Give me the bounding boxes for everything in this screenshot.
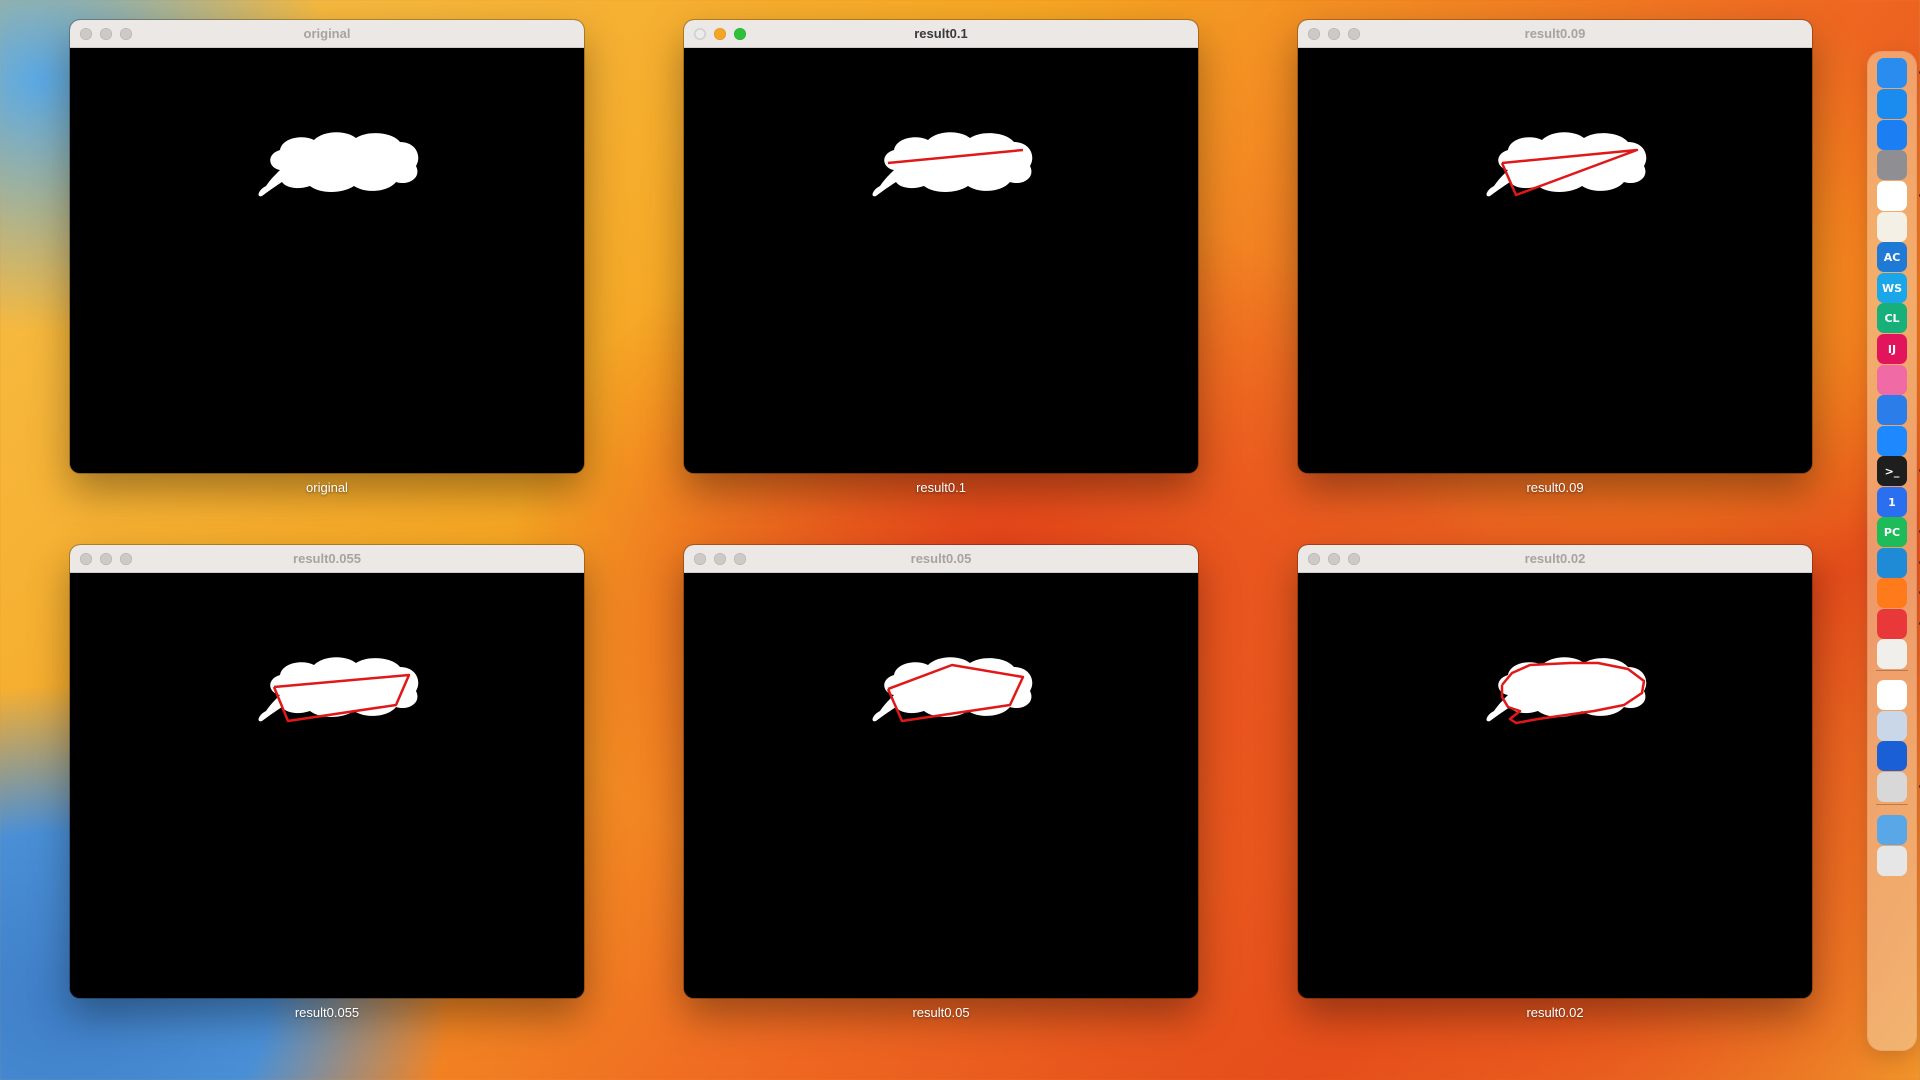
finder-icon[interactable] <box>1877 58 1920 88</box>
webstorm-glyph: WS <box>1877 273 1907 303</box>
dock-separator <box>1876 670 1908 671</box>
firefox-glyph <box>1877 578 1907 608</box>
titlebar[interactable]: result0.055 <box>70 545 584 573</box>
chrome-glyph <box>1877 181 1907 211</box>
window-title: result0.05 <box>910 551 972 566</box>
titlebar[interactable]: original <box>70 20 584 48</box>
xcode-icon[interactable] <box>1877 395 1907 425</box>
window-title: original <box>303 26 351 41</box>
safari-icon[interactable] <box>1877 89 1907 119</box>
dock-separator <box>1876 804 1908 805</box>
image-canvas <box>1298 573 1812 998</box>
image-canvas <box>684 48 1198 473</box>
window-caption: result0.1 <box>916 480 966 495</box>
downloads-folder-icon[interactable] <box>1877 815 1907 845</box>
vscode-icon[interactable] <box>1877 548 1920 578</box>
titlebar[interactable]: result0.05 <box>684 545 1198 573</box>
appcode-glyph: AC <box>1877 242 1907 272</box>
cloud-shape <box>872 132 1033 197</box>
cloud-shape <box>258 657 419 722</box>
contour-image <box>258 657 419 723</box>
contour-image <box>258 132 419 197</box>
clion-icon[interactable]: CL <box>1877 303 1907 333</box>
image-canvas <box>70 48 584 473</box>
1password-icon[interactable]: 1 <box>1877 487 1907 517</box>
webstorm-icon[interactable]: WS <box>1877 273 1907 303</box>
cloud-shape <box>1486 132 1647 197</box>
rocket-icon[interactable] <box>1877 772 1920 802</box>
window-result0-055[interactable]: result0.055 <box>70 545 584 998</box>
titlebar[interactable]: result0.02 <box>1298 545 1812 573</box>
screen-app-icon[interactable] <box>1877 365 1907 395</box>
window-caption: result0.09 <box>1526 480 1584 495</box>
baidu-netdisk-icon[interactable] <box>1877 680 1907 710</box>
notes-icon[interactable] <box>1877 212 1907 242</box>
cloud-shape <box>258 132 419 197</box>
appcode-icon[interactable]: AC <box>1877 242 1907 272</box>
finder-glyph <box>1877 58 1907 88</box>
window-title: result0.1 <box>914 26 968 41</box>
window-result0-02[interactable]: result0.02 <box>1298 545 1812 998</box>
pycharm-glyph: PC <box>1877 517 1907 547</box>
preview-glyph <box>1877 711 1907 741</box>
rocket-glyph <box>1877 772 1907 802</box>
firefox-icon[interactable] <box>1877 578 1920 608</box>
app-store-glyph <box>1877 120 1907 150</box>
system-settings-glyph <box>1877 150 1907 180</box>
intellij-icon[interactable]: IJ <box>1877 334 1907 364</box>
cloud-shape <box>872 657 1033 722</box>
window-result0-1[interactable]: result0.1 <box>684 20 1198 473</box>
downloads-folder-glyph <box>1877 815 1907 845</box>
window-caption: result0.055 <box>294 1005 360 1020</box>
trash-glyph <box>1877 846 1907 876</box>
image-canvas <box>70 573 584 998</box>
window-caption: result0.05 <box>912 1005 970 1020</box>
launchpad-glyph <box>1877 639 1907 669</box>
terminal-glyph: >_ <box>1877 456 1907 486</box>
trash-icon[interactable] <box>1877 846 1907 876</box>
clion-glyph: CL <box>1877 303 1907 333</box>
xcode-glyph <box>1877 395 1907 425</box>
image-canvas <box>684 573 1198 998</box>
intellij-glyph: IJ <box>1877 334 1907 364</box>
preview-icon[interactable] <box>1877 711 1907 741</box>
titlebar[interactable]: result0.09 <box>1298 20 1812 48</box>
window-title: result0.09 <box>1524 26 1586 41</box>
titlebar[interactable]: result0.1 <box>684 20 1198 48</box>
window-result0-05[interactable]: result0.05 <box>684 545 1198 998</box>
dock: AC WS CL IJ >_ 1 PC <box>1868 52 1920 1050</box>
screen-app-glyph <box>1877 365 1907 395</box>
window-title: result0.02 <box>1524 551 1586 566</box>
cloud-app-icon[interactable] <box>1877 426 1907 456</box>
baidu-netdisk-glyph <box>1877 680 1907 710</box>
notes-glyph <box>1877 212 1907 242</box>
vscode-glyph <box>1877 548 1907 578</box>
contour-image <box>872 132 1033 197</box>
recorder-icon[interactable] <box>1877 609 1920 639</box>
contour-image <box>872 657 1033 723</box>
media-player-icon[interactable] <box>1877 741 1907 771</box>
contour-image <box>1486 132 1647 197</box>
pycharm-icon[interactable]: PC <box>1877 517 1920 547</box>
terminal-icon[interactable]: >_ <box>1877 456 1920 486</box>
cloud-app-glyph <box>1877 426 1907 456</box>
media-player-glyph <box>1877 741 1907 771</box>
window-caption: result0.02 <box>1526 1005 1584 1020</box>
recorder-glyph <box>1877 609 1907 639</box>
safari-glyph <box>1877 89 1907 119</box>
system-settings-icon[interactable] <box>1877 150 1907 180</box>
launchpad-icon[interactable] <box>1877 639 1907 669</box>
chrome-icon[interactable] <box>1877 181 1920 211</box>
app-store-icon[interactable] <box>1877 120 1907 150</box>
window-title: result0.055 <box>293 551 361 566</box>
window-result0-09[interactable]: result0.09 <box>1298 20 1812 473</box>
window-original[interactable]: original <box>70 20 584 473</box>
1password-glyph: 1 <box>1877 487 1907 517</box>
contour-image <box>1486 657 1647 725</box>
window-caption: original <box>306 480 348 495</box>
image-canvas <box>1298 48 1812 473</box>
